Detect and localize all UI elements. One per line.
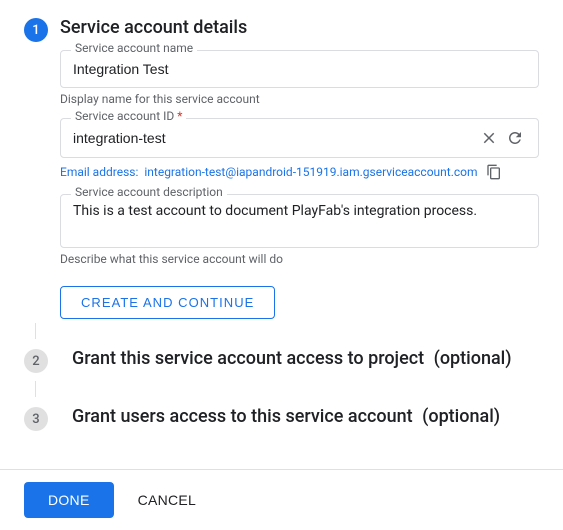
id-label: Service account ID * xyxy=(71,110,186,122)
step1-title: Service account details xyxy=(60,16,247,39)
step-connector-2-3 xyxy=(35,381,36,397)
name-input[interactable] xyxy=(73,59,526,79)
step3-header: 3 Grant users access to this service acc… xyxy=(24,405,539,431)
step1-header: 1 Service account details xyxy=(24,16,539,42)
step2-title: Grant this service account access to pro… xyxy=(72,348,424,369)
step3-title: Grant users access to this service accou… xyxy=(72,406,413,427)
step3-circle: 3 xyxy=(24,407,48,431)
step3-optional: (optional) xyxy=(422,406,500,427)
cancel-button[interactable]: CANCEL xyxy=(130,482,204,518)
email-value: integration-test@iapandroid-151919.iam.g… xyxy=(144,165,477,179)
step2-optional: (optional) xyxy=(434,348,512,369)
name-label: Service account name xyxy=(71,42,197,54)
create-continue-button[interactable]: CREATE AND CONTINUE xyxy=(60,286,275,319)
description-field-group: Service account description This is a te… xyxy=(60,194,539,248)
id-input-row xyxy=(73,127,526,149)
step2-circle: 2 xyxy=(24,349,48,373)
description-input[interactable]: This is a test account to document PlayF… xyxy=(73,203,526,235)
clear-icon xyxy=(480,129,498,147)
clear-button[interactable] xyxy=(478,127,500,149)
id-field-group: Service account ID * xyxy=(60,118,539,158)
name-hint: Display name for this service account xyxy=(60,92,539,106)
step2-header: 2 Grant this service account access to p… xyxy=(24,347,539,373)
email-row: Email address: integration-test@iapandro… xyxy=(60,162,539,182)
step1-circle: 1 xyxy=(24,18,48,42)
bottom-bar: DONE CANCEL xyxy=(0,469,563,530)
id-input-icons xyxy=(478,127,526,149)
name-field-group: Service account name xyxy=(60,50,539,88)
refresh-button[interactable] xyxy=(504,127,526,149)
step-connector-1-2 xyxy=(35,323,36,339)
email-prefix: Email address: xyxy=(60,165,138,179)
done-button[interactable]: DONE xyxy=(24,482,114,518)
description-hint: Describe what this service account will … xyxy=(60,252,539,266)
refresh-icon xyxy=(506,129,524,147)
copy-email-button[interactable] xyxy=(484,162,504,182)
id-required-star: * xyxy=(174,109,182,123)
id-input[interactable] xyxy=(73,128,478,148)
step2-content: Grant this service account access to pro… xyxy=(60,347,512,371)
step3-content: Grant users access to this service accou… xyxy=(60,405,500,429)
description-label: Service account description xyxy=(71,186,227,198)
step1-content: Service account name Display name for th… xyxy=(60,50,539,323)
copy-icon xyxy=(486,164,502,180)
